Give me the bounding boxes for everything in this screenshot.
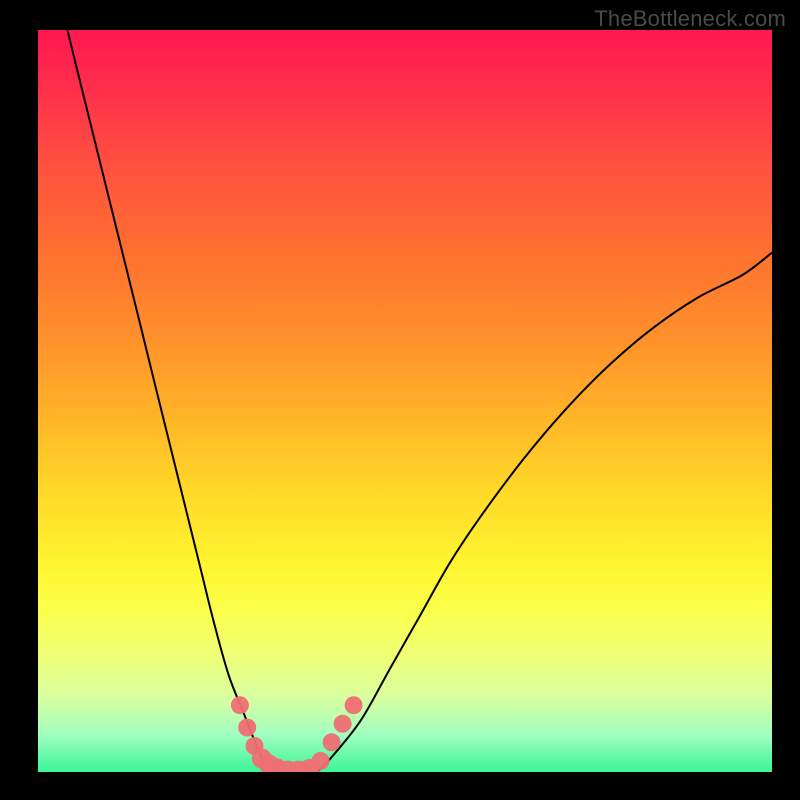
data-marker [231, 696, 249, 714]
data-marker [345, 696, 363, 714]
chart-svg [38, 30, 772, 772]
watermark-text: TheBottleneck.com [594, 6, 786, 32]
data-marker [238, 719, 256, 737]
data-marker [323, 733, 341, 751]
curve-left [67, 30, 273, 772]
data-marker [334, 715, 352, 733]
curve-right [317, 253, 772, 772]
plot-area [38, 30, 772, 772]
data-marker [312, 752, 330, 770]
marker-group [231, 696, 363, 772]
